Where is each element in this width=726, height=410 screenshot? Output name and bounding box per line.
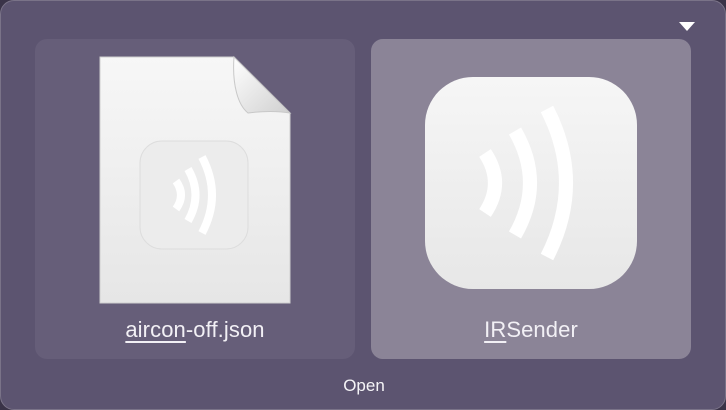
app-name-shortcut: IR — [484, 317, 507, 342]
triangle-down-icon — [679, 22, 695, 31]
file-name-shortcut: aircon — [125, 317, 186, 342]
app-name-rest: Sender — [506, 317, 578, 342]
json-file-icon — [98, 55, 292, 305]
open-with-panel: aircon-off.json IRSender Open — [0, 0, 726, 410]
file-name-rest: -off.json — [185, 317, 265, 342]
file-item[interactable]: aircon-off.json — [35, 39, 355, 359]
options-menu-button[interactable] — [679, 22, 695, 32]
file-name-label: aircon-off.json — [35, 317, 355, 343]
irsender-app-icon — [423, 75, 639, 291]
app-item[interactable]: IRSender — [371, 39, 691, 359]
open-button[interactable]: Open — [314, 373, 414, 399]
app-name-label: IRSender — [371, 317, 691, 343]
